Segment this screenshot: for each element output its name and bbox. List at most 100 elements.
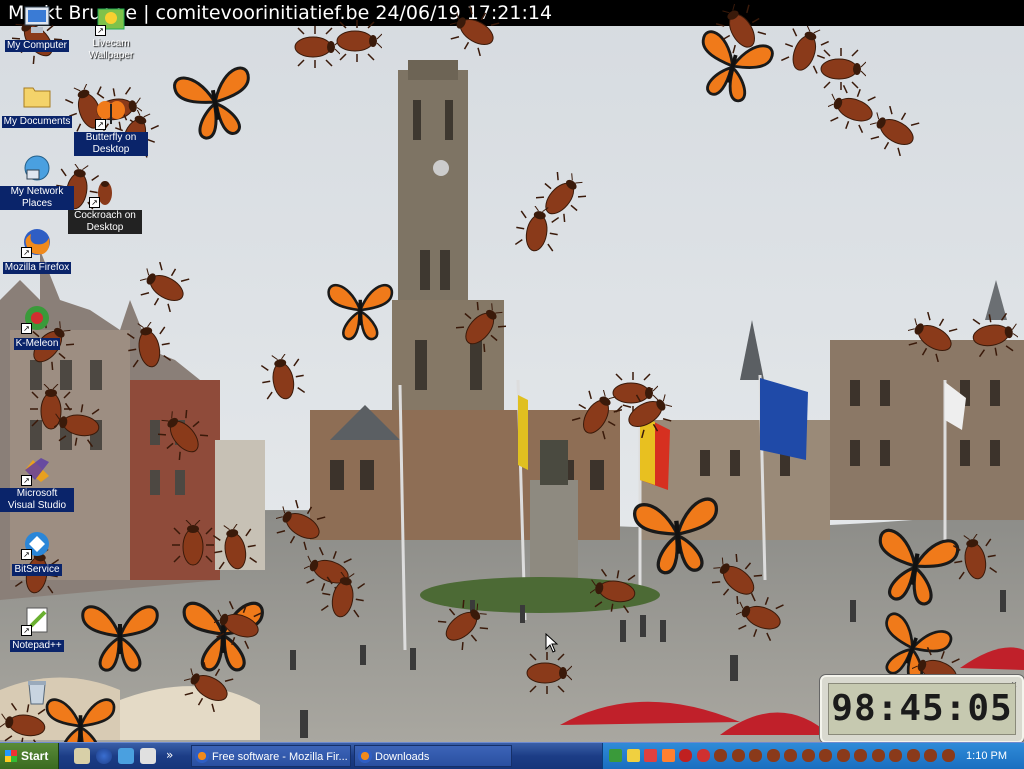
desktop-icon-k-meleon[interactable]: ↗ K-Meleon [0, 302, 74, 350]
tray-app-icon[interactable] [644, 749, 657, 762]
desktop-icon-visual-studio[interactable]: ↗ Microsoft Visual Studio [0, 454, 74, 512]
cockroach-tray-icon[interactable] [941, 749, 955, 762]
shortcut-arrow-icon: ↗ [21, 247, 32, 258]
folder-icon [21, 80, 53, 112]
butterfly-icon: ↗ [95, 98, 127, 130]
desktop-icon-mozilla-firefox[interactable]: ↗ Mozilla Firefox [0, 226, 74, 274]
desktop-icon-my-documents[interactable]: My Documents [0, 80, 74, 128]
desktop-icon-my-network-places[interactable]: My Network Places [0, 152, 74, 210]
cockroach-tray-icon[interactable] [749, 749, 762, 762]
cockroach-sprite [320, 572, 366, 618]
desktop-icon-label: BitService [12, 564, 62, 576]
firefox-icon [358, 749, 372, 763]
tray-clock[interactable]: 1:10 PM [966, 743, 1007, 769]
start-button[interactable]: Start [0, 743, 59, 769]
desktop-icon-label: My Documents [1, 116, 73, 128]
cockroach-tray-icon[interactable] [906, 749, 920, 762]
desktop-icon-label: Microsoft Visual Studio [0, 488, 74, 512]
cockroach-sprite [54, 402, 100, 448]
cockroach-sprite [140, 262, 190, 312]
desktop-icon-label: Livecam Wallpaper [88, 38, 134, 61]
cockroach-icon: ↗ [89, 176, 121, 208]
cockroach-tray-icon[interactable] [801, 749, 815, 762]
tray-app-icon[interactable] [609, 749, 622, 762]
mouse-cursor-icon [545, 633, 559, 653]
desktop-icon-label: My Computer [4, 40, 69, 52]
cockroach-tray-icon[interactable] [836, 749, 850, 762]
cockroach-tray-icon[interactable] [819, 749, 832, 762]
cockroach-sprite [438, 600, 488, 650]
cockroach-sprite [736, 593, 784, 641]
cockroach-sprite [870, 106, 920, 156]
visual-studio-icon: ↗ [21, 454, 53, 486]
firefox-icon: ↗ [21, 226, 53, 258]
desktop-icon-label: Notepad++ [10, 640, 64, 652]
desktop-icon-cockroach[interactable]: ↗ Cockroach on Desktop [68, 176, 142, 234]
shortcut-arrow-icon: ↗ [95, 119, 106, 130]
bitservice-icon: ↗ [21, 528, 53, 560]
task-label: Free software - Mozilla Fir... [212, 751, 348, 763]
desktop-icon-label: Mozilla Firefox [2, 262, 72, 274]
taskbar-button-firefox[interactable]: Free software - Mozilla Fir... [191, 745, 351, 767]
shortcut-arrow-icon: ↗ [21, 475, 32, 486]
desktop-icon-my-computer[interactable]: My Computer [0, 4, 74, 52]
cockroach-sprite [908, 312, 958, 362]
network-icon [21, 152, 53, 184]
cockroach-tray-icon[interactable] [854, 749, 867, 762]
cockroach-tray-icon[interactable] [784, 749, 797, 762]
desktop-icon-notepad-plus-plus[interactable]: ↗ Notepad++ [0, 604, 74, 652]
cockroach-sprite [212, 524, 258, 570]
desktop-icon-livecam-wallpaper[interactable]: ↗ Livecam Wallpaper [74, 4, 148, 62]
desktop-icon-label: My Network Places [0, 186, 74, 210]
tray-app-icon[interactable] [696, 749, 710, 762]
cockroach-tray-icon[interactable] [924, 749, 937, 762]
desktop-icon-bitservice[interactable]: ↗ BitService [0, 528, 74, 576]
cockroach-sprite [456, 302, 506, 352]
cockroach-tray-icon[interactable] [871, 749, 885, 762]
butterfly-sprite [81, 605, 159, 672]
tray-app-icon[interactable] [661, 749, 675, 762]
cockroach-tray-icon[interactable] [889, 749, 902, 762]
firefox-quicklaunch-icon[interactable] [96, 748, 112, 764]
system-tray: 1:10 PM [602, 743, 1024, 769]
tray-app-icon[interactable] [679, 749, 692, 762]
shortcut-arrow-icon: ↗ [21, 549, 32, 560]
start-label: Start [21, 749, 49, 763]
shortcut-arrow-icon: ↗ [95, 25, 106, 36]
cockroach-tray-icon[interactable] [714, 749, 727, 762]
task-label: Downloads [375, 751, 430, 763]
quicklaunch-chevron[interactable]: » [166, 743, 173, 767]
desktop-icon-label: K-Meleon [13, 338, 61, 350]
desktop-clock-widget[interactable]: x 98:45:05 [820, 675, 1024, 743]
network-quicklaunch-icon[interactable] [118, 748, 134, 764]
notepad-plus-plus-icon: ↗ [21, 604, 53, 636]
cockroach-sprite [336, 20, 382, 62]
messenger-quicklaunch-icon[interactable] [140, 748, 156, 764]
butterfly-sprite [173, 66, 250, 140]
cockroach-tray-icon[interactable] [731, 749, 745, 762]
cockroach-tray-icon[interactable] [766, 749, 780, 762]
butterfly-sprite [327, 283, 393, 341]
cockroach-sprite [450, 6, 500, 56]
livecam-caption: Markt Brugge | comitevoorinitiatief.be 2… [0, 0, 1024, 26]
tray-app-icon[interactable] [626, 749, 640, 762]
desktop-icon-recycle-bin[interactable] [0, 676, 74, 710]
k-meleon-icon: ↗ [21, 302, 53, 334]
desktop-icon-label: Cockroach on Desktop [68, 210, 142, 234]
desktop-icon-butterfly[interactable]: ↗ Butterfly on Desktop [74, 98, 148, 156]
butterfly-sprite [878, 528, 960, 606]
desktop-icon-label: Butterfly on Desktop [74, 132, 148, 156]
cockroach-sprite [590, 568, 636, 614]
show-desktop-icon[interactable] [74, 748, 90, 764]
clock-time: 98:45:05 [828, 683, 1016, 735]
windows-logo-icon [5, 750, 17, 762]
cockroach-sprite [514, 206, 560, 252]
cockroach-sprite [158, 410, 208, 460]
cockroach-sprite [622, 388, 672, 438]
shortcut-arrow-icon: ↗ [21, 625, 32, 636]
cockroach-sprite [260, 354, 306, 400]
cockroach-sprite [184, 662, 234, 712]
cockroach-sprite [276, 500, 326, 550]
firefox-icon [195, 749, 209, 763]
taskbar-button-downloads[interactable]: Downloads [354, 745, 512, 767]
